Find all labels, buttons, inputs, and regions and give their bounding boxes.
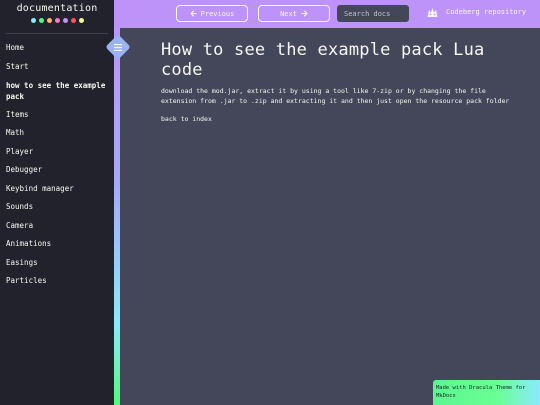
sidebar-divider [6,33,108,34]
sidebar-item-keybind-manager[interactable]: Keybind manager [0,183,114,194]
previous-label: Previous [200,9,235,18]
next-label: Next [280,9,297,18]
instructions-paragraph: download the mod.jar, extract it by usin… [161,87,510,105]
main-content: How to see the example pack Lua code dow… [161,40,521,125]
sidebar-item-home[interactable]: Home [0,42,114,53]
previous-button[interactable]: Previous [176,5,248,22]
repo-link[interactable]: Codeberg repository [426,6,526,18]
sidebar-item-math[interactable]: Math [0,127,114,138]
next-button[interactable]: Next [258,5,330,22]
sidebar-item-animations[interactable]: Animations [0,238,114,249]
sidebar-item-easings[interactable]: Easings [0,257,114,268]
color-dot [62,18,68,23]
color-dot [30,18,36,23]
sidebar-item-start[interactable]: Start [0,61,114,72]
sidebar: documentation Home Start how to see the ex… [0,0,114,405]
sidebar-item-debugger[interactable]: Debugger [0,164,114,175]
sidebar-item-sounds[interactable]: Sounds [0,201,114,212]
sidebar-item-items[interactable]: Items [0,109,114,120]
sidebar-toggle-button[interactable] [105,34,131,60]
color-dot [54,18,60,23]
site-title[interactable]: documentation [0,0,114,14]
color-dot [46,18,52,23]
color-dot [38,18,44,23]
sidebar-item-how-to-see-the-example-pack[interactable]: how to see the example pack [0,80,114,102]
sidebar-item-player[interactable]: Player [0,146,114,157]
arrow-right-icon [301,10,308,17]
color-dot [78,18,84,23]
footer-badge[interactable]: Made with Dracula Theme for MkDocs [433,380,540,405]
sidebar-nav: Home Start how to see the example pack Item… [0,42,114,286]
color-dot [70,18,76,23]
codeberg-logo-icon [427,8,438,17]
top-bar: Previous Next Codeberg repository [114,0,540,28]
search-input[interactable] [337,5,409,22]
arrow-left-icon [190,10,197,17]
back-to-index-link[interactable]: back to index [161,115,212,123]
sidebar-item-particles[interactable]: Particles [0,275,114,286]
page-title: How to see the example pack Lua code [161,40,485,80]
sidebar-item-camera[interactable]: Camera [0,220,114,231]
color-dots [0,18,114,23]
sidebar-gradient-bar [114,0,120,405]
hamburger-menu-icon [114,43,122,51]
repo-label: Codeberg repository [446,8,527,16]
